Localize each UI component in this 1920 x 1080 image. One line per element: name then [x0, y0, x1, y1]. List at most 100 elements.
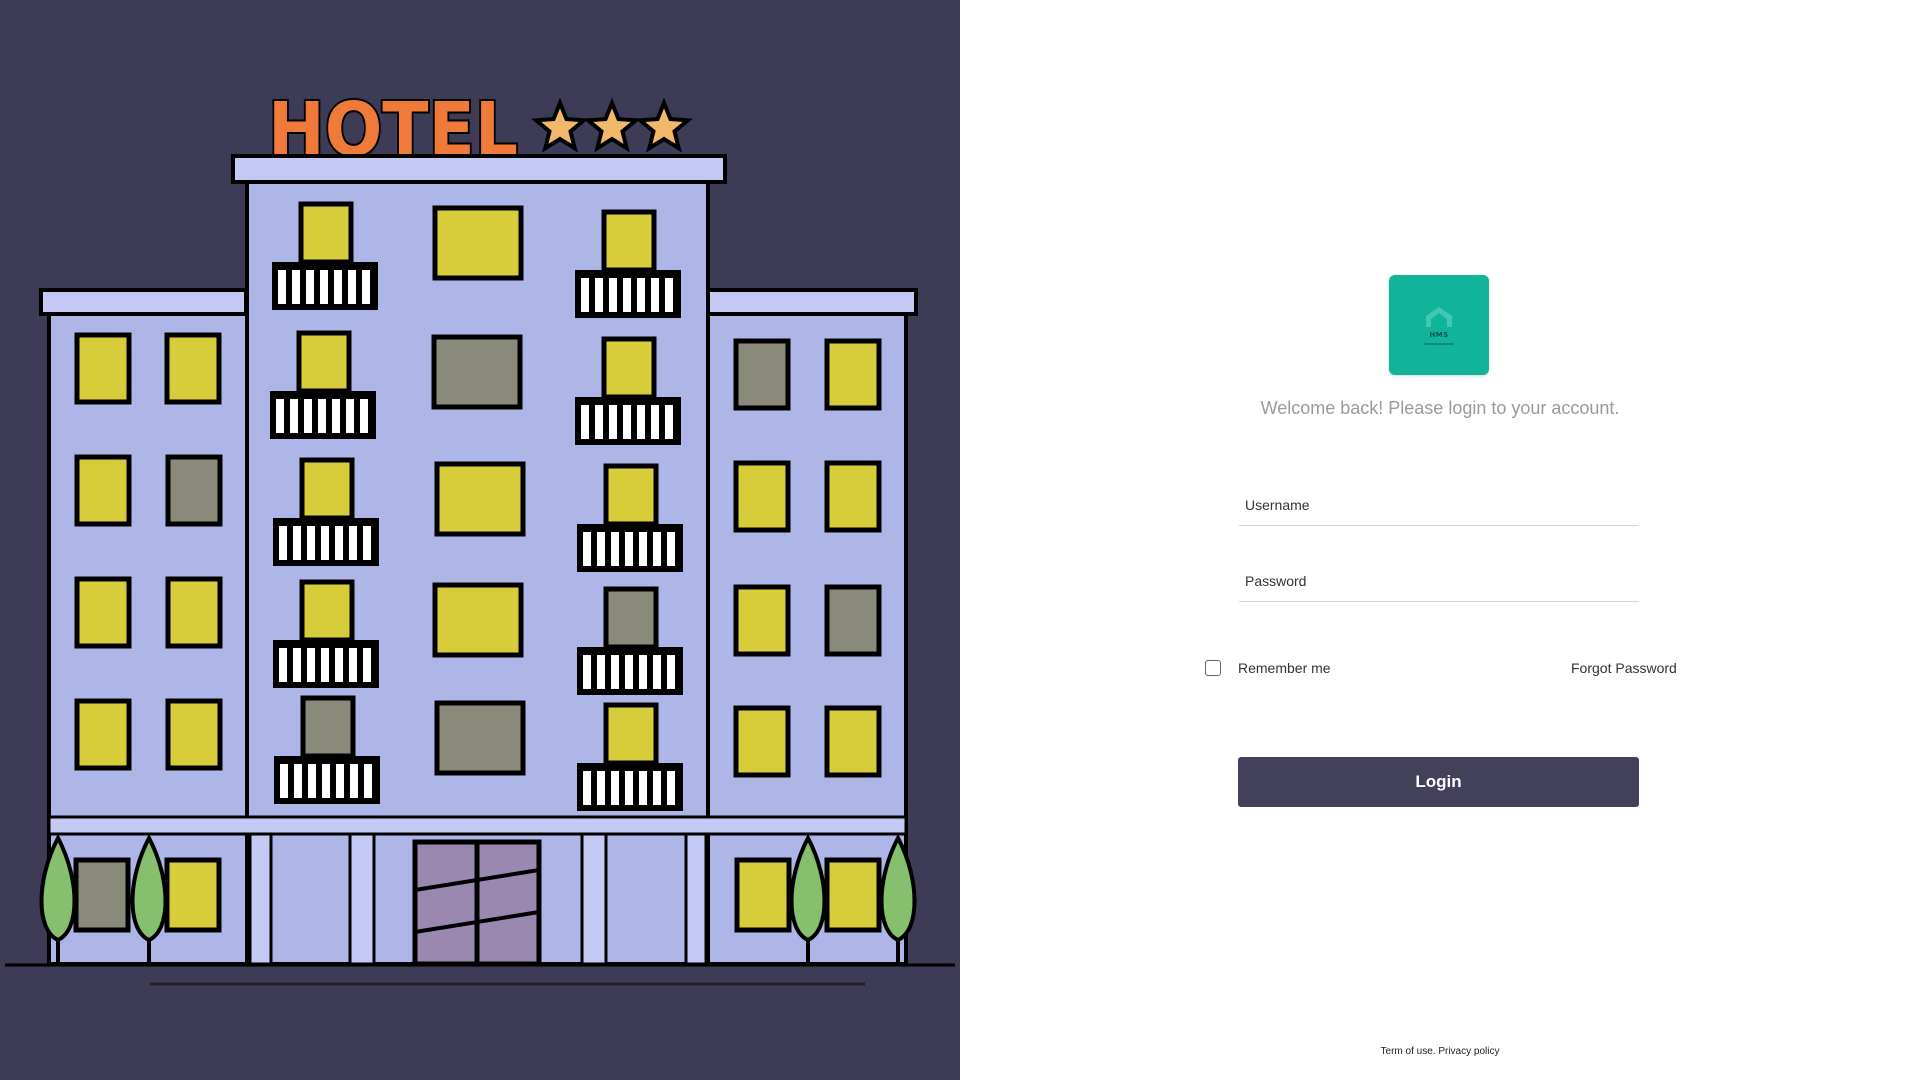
balcony-bar — [335, 526, 343, 560]
balcony-bar — [639, 532, 647, 566]
window — [73, 857, 131, 933]
star-icon — [635, 97, 693, 153]
window — [734, 857, 792, 933]
balcony-bar — [306, 270, 314, 304]
window — [431, 334, 523, 410]
remember-checkbox[interactable] — [1205, 660, 1221, 676]
balcony-bar — [583, 532, 591, 566]
balcony-window — [601, 209, 657, 273]
balcony-bar — [332, 399, 340, 433]
balcony-bar — [623, 405, 631, 439]
balcony-bar — [611, 655, 619, 689]
balcony-bar — [304, 399, 312, 433]
window — [165, 698, 223, 771]
balcony-bar — [360, 399, 368, 433]
balcony-bar — [653, 655, 661, 689]
balcony-bar — [665, 278, 673, 312]
house-logo-icon — [1426, 307, 1452, 327]
username-input[interactable] — [1239, 485, 1639, 525]
footer: Term of use. Privacy policy — [960, 1046, 1920, 1057]
balcony-bar — [279, 648, 287, 682]
balcony-bar — [639, 655, 647, 689]
balcony-window — [299, 457, 355, 521]
tree-trunk — [56, 938, 60, 964]
hero-illustration-panel: HOTEL — [0, 0, 960, 1080]
balcony-bar — [653, 532, 661, 566]
tree-trunk — [806, 938, 810, 964]
login-button[interactable]: Login — [1238, 757, 1639, 807]
window — [733, 584, 791, 657]
hotel-illustration: HOTEL — [5, 85, 955, 986]
balcony-bar — [595, 278, 603, 312]
balcony-bar — [625, 655, 633, 689]
privacy-link[interactable]: Privacy policy — [1438, 1046, 1499, 1057]
tree-trunk — [896, 938, 900, 964]
floor-band — [47, 815, 908, 836]
balcony-bar — [320, 270, 328, 304]
balcony-bar — [611, 771, 619, 805]
balcony-bar — [609, 278, 617, 312]
balcony-bar — [276, 399, 284, 433]
balcony-bar — [653, 771, 661, 805]
window — [74, 454, 132, 527]
balcony-bar — [667, 771, 675, 805]
balcony-window — [300, 695, 356, 759]
window — [434, 700, 526, 776]
balcony-bar — [623, 278, 631, 312]
star-icon — [531, 97, 589, 153]
logo-text: HMS — [1429, 331, 1449, 339]
balcony-bar — [322, 764, 330, 798]
window — [165, 576, 223, 649]
balcony-bar — [307, 526, 315, 560]
forgot-password-link[interactable]: Forgot Password — [1571, 660, 1677, 676]
balcony-bar — [597, 655, 605, 689]
password-input[interactable] — [1239, 561, 1639, 601]
window — [164, 857, 222, 933]
balcony-bar — [651, 405, 659, 439]
window — [432, 205, 524, 281]
window — [165, 454, 223, 527]
balcony-bar — [667, 532, 675, 566]
balcony-bar — [363, 526, 371, 560]
left-roof — [39, 288, 248, 316]
star-icon — [583, 97, 641, 153]
balcony-bar — [350, 764, 358, 798]
hotel-stars — [531, 97, 693, 153]
balcony-bar — [597, 532, 605, 566]
balcony-bar — [349, 648, 357, 682]
window — [824, 338, 882, 411]
balcony-bar — [321, 526, 329, 560]
balcony-bar — [625, 532, 633, 566]
balcony-bar — [637, 278, 645, 312]
balcony-bar — [583, 771, 591, 805]
balcony-window — [298, 201, 354, 265]
balcony-window — [603, 463, 659, 527]
balcony-bar — [609, 405, 617, 439]
logo-underline — [1424, 343, 1454, 345]
tree-trunk — [147, 938, 151, 964]
balcony-bar — [362, 270, 370, 304]
window — [434, 461, 526, 537]
balcony-bar — [334, 270, 342, 304]
balcony-bar — [665, 405, 673, 439]
balcony-bar — [349, 526, 357, 560]
window — [432, 582, 524, 658]
terms-link[interactable]: Term of use. — [1381, 1046, 1436, 1057]
balcony-bar — [611, 532, 619, 566]
balcony-bar — [581, 278, 589, 312]
window — [824, 705, 882, 778]
window — [74, 698, 132, 771]
window — [733, 338, 791, 411]
balcony-bar — [280, 764, 288, 798]
balcony-bar — [278, 270, 286, 304]
remember-me[interactable]: Remember me — [1205, 660, 1331, 676]
balcony-bar — [293, 526, 301, 560]
balcony-bar — [292, 270, 300, 304]
balcony-bar — [294, 764, 302, 798]
window — [824, 460, 882, 533]
right-roof — [706, 288, 918, 316]
window — [733, 705, 791, 778]
app-logo: HMS — [1389, 275, 1489, 375]
balcony-bar — [336, 764, 344, 798]
balcony-bar — [581, 405, 589, 439]
